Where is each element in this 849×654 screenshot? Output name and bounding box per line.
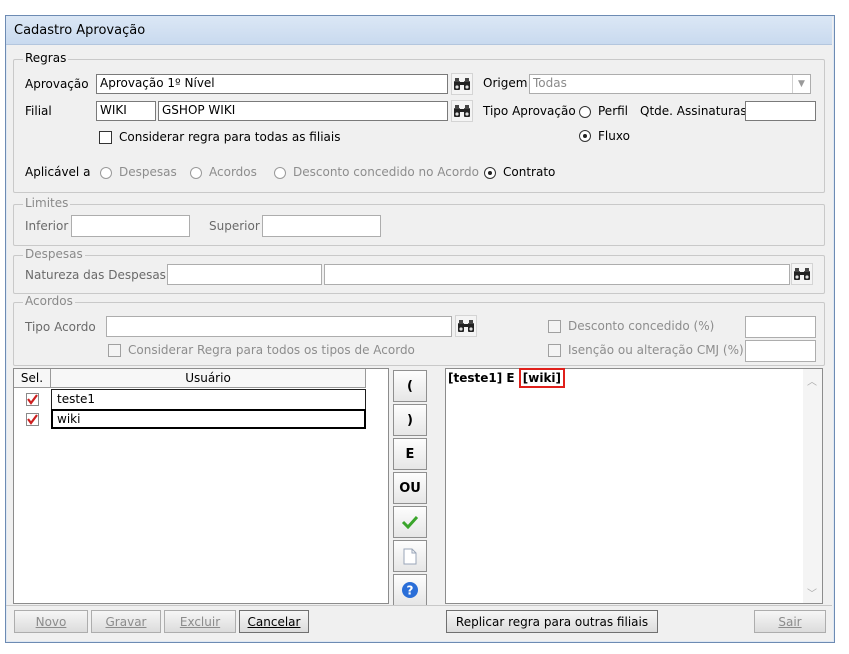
checked-icon (26, 413, 39, 426)
aplicavel-label: Aplicável a (25, 165, 91, 179)
and-button[interactable]: E (393, 438, 427, 470)
row-checkbox[interactable] (26, 413, 39, 429)
gravar-button[interactable]: Gravar (91, 610, 161, 633)
close-paren-button[interactable]: ) (393, 404, 427, 436)
cancelar-button[interactable]: Cancelar (239, 610, 309, 633)
perfil-radio[interactable] (579, 106, 591, 121)
tipo-acordo-field[interactable] (106, 316, 452, 337)
excluir-button[interactable]: Excluir (164, 610, 236, 633)
window-title: Cadastro Aprovação (14, 23, 146, 38)
isencao-field[interactable] (745, 340, 816, 362)
binoculars-icon (454, 78, 470, 90)
considerar-tipos-label: Considerar Regra para todos os tipos de … (128, 343, 415, 357)
desconto-option-label: Desconto concedido no Acordo (293, 165, 479, 179)
table-row[interactable]: teste1 (14, 389, 366, 409)
despesas-legend: Despesas (23, 247, 85, 261)
checked-icon (26, 393, 39, 406)
contrato-option-label: Contrato (503, 165, 556, 179)
filial-code-field[interactable]: WIKI (96, 101, 156, 121)
new-document-icon (403, 548, 417, 564)
scroll-down-icon[interactable]: ﹀ (807, 585, 817, 600)
confirm-button[interactable] (393, 506, 427, 538)
origem-select[interactable]: Todas (529, 74, 811, 94)
regras-legend: Regras (23, 51, 69, 65)
expression-scrollbar[interactable]: ︿ ﹀ (803, 369, 822, 603)
limites-legend: Limites (23, 196, 71, 210)
expression-highlight: [wiki] (518, 368, 566, 388)
svg-text:?: ? (407, 584, 414, 598)
help-icon: ? (402, 582, 418, 598)
row-checkbox[interactable] (26, 393, 39, 409)
search-natureza-button[interactable] (791, 263, 813, 285)
binoculars-icon (454, 105, 470, 117)
despesas-radio[interactable] (100, 167, 112, 182)
filial-name-field[interactable]: GSHOP WIKI (158, 101, 448, 121)
row-usuario: wiki (51, 409, 366, 429)
qtde-assinaturas-field[interactable] (745, 101, 816, 121)
acordos-legend: Acordos (23, 294, 75, 308)
origem-value: Todas (533, 76, 567, 90)
natureza-desc-field[interactable] (324, 264, 790, 285)
tipo-aprovacao-label: Tipo Aprovação (483, 104, 576, 118)
binoculars-icon (794, 268, 810, 280)
table-row[interactable]: wiki (14, 409, 366, 429)
considerar-filiais-checkbox[interactable] (99, 131, 112, 147)
natureza-code-field[interactable] (167, 264, 322, 285)
expression-text: [teste1] E [wiki] (448, 368, 566, 388)
aprovacao-label: Aprovação (25, 77, 89, 91)
chevron-down-icon[interactable]: ▼ (792, 75, 810, 93)
help-button[interactable]: ? (393, 574, 427, 606)
inferior-label: Inferior (25, 219, 69, 233)
replicar-button[interactable]: Replicar regra para outras filiais (446, 610, 658, 633)
fluxo-label: Fluxo (598, 129, 630, 143)
clear-button[interactable] (393, 540, 427, 572)
checkmark-icon (401, 515, 419, 529)
desconto-radio[interactable] (274, 167, 286, 182)
desconto-concedido-label: Desconto concedido (%) (568, 319, 715, 333)
sair-button[interactable]: Sair (754, 610, 826, 633)
expression-area[interactable] (445, 368, 823, 604)
fluxo-radio[interactable] (579, 130, 591, 145)
novo-button[interactable]: Novo (14, 610, 88, 633)
natureza-label: Natureza das Despesas (25, 268, 166, 282)
search-tipo-acordo-button[interactable] (455, 315, 477, 337)
row-usuario: teste1 (51, 389, 366, 409)
filial-label: Filial (25, 104, 52, 118)
isencao-label: Isenção ou alteração CMJ (%) (568, 343, 744, 357)
or-button[interactable]: OU (393, 472, 427, 504)
search-aprovacao-button[interactable] (451, 73, 473, 95)
desconto-concedido-field[interactable] (745, 316, 816, 338)
considerar-filiais-label: Considerar regra para todas as filiais (119, 130, 341, 144)
contrato-radio[interactable] (484, 167, 496, 182)
search-filial-button[interactable] (451, 100, 473, 122)
qtde-assinaturas-label: Qtde. Assinaturas (640, 104, 747, 118)
tipo-acordo-label: Tipo Acordo (25, 320, 96, 334)
perfil-label: Perfil (598, 104, 629, 118)
sel-column-header[interactable]: Sel. (14, 369, 51, 388)
usuario-column-header[interactable]: Usuário (51, 369, 366, 388)
acordos-radio[interactable] (190, 167, 202, 182)
superior-label: Superior (209, 219, 260, 233)
expression-part1: [teste1] E (448, 371, 519, 385)
considerar-tipos-checkbox[interactable] (108, 344, 121, 360)
open-paren-button[interactable]: ( (393, 370, 427, 402)
superior-field[interactable] (262, 215, 381, 237)
footer-divider (6, 605, 832, 606)
desconto-concedido-checkbox[interactable] (548, 320, 561, 336)
origem-label: Origem (483, 76, 528, 90)
aprovacao-field[interactable]: Aprovação 1º Nível (96, 74, 448, 94)
despesas-option-label: Despesas (119, 165, 177, 179)
isencao-checkbox[interactable] (548, 344, 561, 360)
binoculars-icon (458, 320, 474, 332)
scroll-up-icon[interactable]: ︿ (807, 373, 817, 388)
acordos-option-label: Acordos (209, 165, 257, 179)
inferior-field[interactable] (71, 215, 190, 237)
